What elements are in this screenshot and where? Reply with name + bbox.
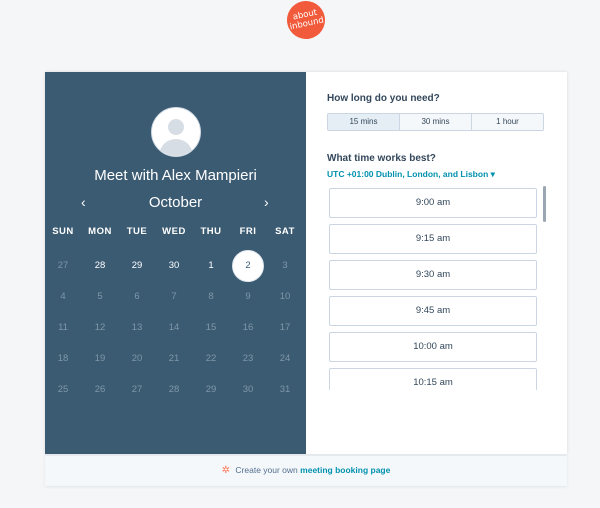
hubspot-sprocket-icon: ✲: [221, 465, 231, 476]
calendar-day: 25: [57, 384, 69, 395]
timezone-label: UTC +01:00 Dublin, London, and Lisbon: [327, 169, 489, 179]
calendar-day: 15: [205, 322, 217, 333]
duration-selector: 15 mins 30 mins 1 hour: [327, 113, 544, 131]
weekday-header: THU: [200, 226, 222, 237]
calendar-day: 5: [97, 291, 103, 302]
weekday-header: SUN: [52, 226, 74, 237]
avatar-head-icon: [168, 119, 184, 135]
calendar-day: 26: [94, 384, 106, 395]
selected-day[interactable]: 2: [232, 250, 264, 282]
calendar-day: 6: [134, 291, 140, 302]
calendar-day: 9: [245, 291, 251, 302]
weekday-header: FRI: [239, 226, 257, 237]
avatar-body-icon: [159, 139, 193, 156]
calendar-day: 31: [279, 384, 291, 395]
calendar-day: 10: [279, 291, 291, 302]
time-slot-button[interactable]: 10:15 am: [329, 368, 537, 390]
time-slot-button[interactable]: 9:30 am: [329, 260, 537, 290]
booking-card: Meet with Alex Mampieri ‹ October › SUN M…: [45, 72, 567, 454]
calendar-panel: Meet with Alex Mampieri ‹ October › SUN M…: [45, 72, 306, 454]
footer-bar: ✲ Create your own meeting booking page: [45, 455, 567, 486]
time-slot-button[interactable]: 9:15 am: [329, 224, 537, 254]
calendar-day: 24: [279, 353, 291, 364]
slot-scrollbar[interactable]: [543, 186, 546, 222]
duration-question: How long do you need?: [327, 93, 440, 104]
avatar: [151, 107, 201, 157]
calendar-day: 28: [168, 384, 180, 395]
time-slot-list[interactable]: 9:00 am 9:15 am 9:30 am 9:45 am 10:00 am 10:1…: [329, 188, 541, 390]
calendar-day: 23: [242, 353, 254, 364]
calendar-day: 30: [242, 384, 254, 395]
chevron-right-icon[interactable]: ›: [264, 194, 269, 210]
calendar-day: 12: [94, 322, 106, 333]
caret-down-icon: ▾: [490, 169, 495, 179]
duration-option[interactable]: 1 hour: [472, 114, 543, 130]
about-inbound-logo: about inbound: [283, 0, 329, 43]
booking-panel: How long do you need? 15 mins 30 mins 1 ho…: [327, 72, 547, 454]
footer-text: Create your own: [235, 465, 298, 475]
timezone-dropdown[interactable]: UTC +01:00 Dublin, London, and Lisbon ▾: [327, 169, 495, 180]
duration-option[interactable]: 30 mins: [400, 114, 472, 130]
organizer-title: Meet with Alex Mampieri: [94, 167, 257, 184]
calendar-day: 11: [58, 322, 68, 333]
calendar-day: 27: [57, 260, 69, 271]
calendar-day: 20: [131, 353, 143, 364]
calendar-day: 27: [131, 384, 143, 395]
calendar-day: 13: [131, 322, 143, 333]
calendar-day: 16: [242, 322, 254, 333]
duration-option[interactable]: 15 mins: [328, 114, 400, 130]
calendar-day: 22: [205, 353, 217, 364]
calendar-day[interactable]: 29: [121, 250, 153, 282]
calendar-day[interactable]: 28: [84, 250, 116, 282]
time-slot-button[interactable]: 9:45 am: [329, 296, 537, 326]
calendar-day: 29: [205, 384, 217, 395]
calendar-day: 4: [60, 291, 66, 302]
calendar-day[interactable]: 30: [158, 250, 190, 282]
calendar-day: 3: [282, 260, 288, 271]
weekday-header: WED: [162, 226, 186, 237]
calendar-day: 8: [208, 291, 214, 302]
calendar-day: 19: [94, 353, 106, 364]
calendar-day: 21: [168, 353, 180, 364]
time-slot-button[interactable]: 9:00 am: [329, 188, 537, 218]
weekday-header: SAT: [275, 226, 295, 237]
calendar-day[interactable]: 1: [195, 250, 227, 282]
time-slot-button[interactable]: 10:00 am: [329, 332, 537, 362]
calendar-day: 7: [171, 291, 177, 302]
booking-page-link[interactable]: meeting booking page: [300, 465, 390, 475]
weekday-header: MON: [88, 226, 112, 237]
weekday-header: TUE: [126, 226, 148, 237]
calendar-day: 17: [279, 322, 291, 333]
time-question: What time works best?: [327, 153, 436, 164]
month-navigation: ‹ October ›: [45, 194, 306, 214]
calendar-day: 18: [57, 353, 69, 364]
calendar-day: 14: [168, 322, 180, 333]
